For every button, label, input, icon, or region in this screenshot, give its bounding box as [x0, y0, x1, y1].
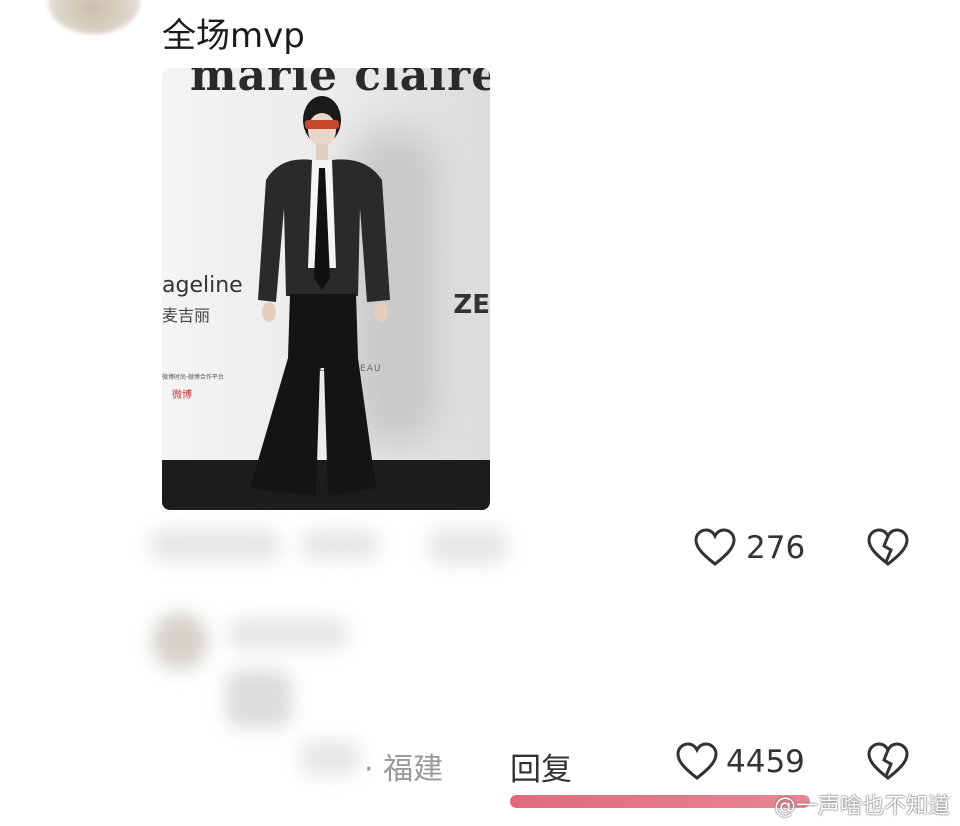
highlight-bar — [510, 795, 810, 808]
comment-photo[interactable]: marie claire ageline 麦吉丽 ZE RÉMY · REAU … — [162, 68, 490, 510]
blurred-reply — [428, 528, 508, 564]
blurred-username — [228, 618, 348, 650]
watermark: @一声啥也不知道 — [773, 794, 950, 819]
blurred-meta — [150, 528, 280, 562]
like-count: 276 — [746, 530, 806, 566]
heart-outline-icon[interactable] — [694, 528, 736, 568]
blurred-time — [300, 740, 360, 776]
heart-outline-icon[interactable] — [676, 742, 718, 782]
like-count: 4459 — [726, 744, 805, 780]
blurred-content — [226, 670, 292, 728]
reply-button[interactable]: 回复 — [510, 744, 572, 789]
avatar[interactable] — [152, 612, 208, 670]
broken-heart-icon[interactable] — [866, 528, 910, 568]
blurred-meta — [300, 530, 380, 560]
avatar[interactable] — [48, 0, 140, 34]
photo-figure — [250, 96, 390, 496]
comment-location: · 福建 — [364, 752, 444, 787]
broken-heart-icon[interactable] — [866, 742, 910, 782]
comment-text: 全场mvp — [162, 16, 305, 56]
